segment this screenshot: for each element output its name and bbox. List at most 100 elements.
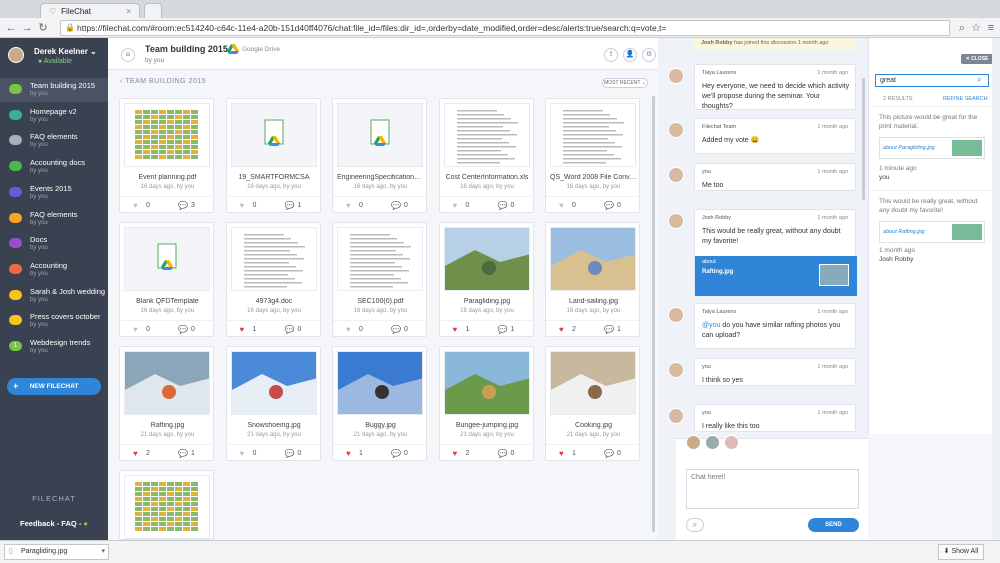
add-user-icon[interactable]: 👤 [623,48,637,62]
reload-icon[interactable]: ↻ [36,21,50,35]
file-card[interactable]: Rafting.jpg 21 days ago, by you ♥ 2 💬 1 [119,346,215,461]
sidebar-item[interactable]: Sarah & Josh wedding by you [0,284,108,308]
file-card[interactable]: Paragliding.jpg 16 days ago, by you ♥ 1 💬 1 [438,222,535,337]
heart-icon[interactable]: ♥ [453,325,458,334]
refine-search-link[interactable]: REFINE SEARCH [943,96,988,102]
comment-icon[interactable]: 💬 [178,449,188,458]
file-thumbnail[interactable] [337,351,423,415]
result-file-link[interactable]: about Rafting.jpg [883,229,925,235]
avatar[interactable] [668,307,684,323]
heart-icon[interactable]: ♥ [346,325,351,334]
comment-icon[interactable]: 💬 [391,201,401,210]
comment-icon[interactable]: 💬 [391,449,401,458]
sidebar-item[interactable]: Press covers october by you [0,309,108,333]
heart-icon[interactable]: ♥ [133,449,138,458]
browser-menu-icon[interactable]: ≡ [984,21,998,35]
avatar[interactable] [668,408,684,424]
gear-icon[interactable]: ⚙ [642,48,656,62]
file-card[interactable]: Event planning.pdf 16 days ago, by you ♥ 0 💬… [119,98,215,213]
avatar[interactable] [668,68,684,84]
file-card[interactable]: Cost CenterInformation.xls 16 days ago, b… [438,98,535,213]
search-icon[interactable]: ⌕ [977,75,981,85]
file-thumbnail[interactable] [124,227,210,291]
attachment-thumbnail[interactable] [819,264,849,286]
sidebar-item[interactable]: Events 2015 by you [0,181,108,205]
result-file-card[interactable]: about Paragliding.jpg [879,137,985,159]
file-thumbnail[interactable] [443,227,530,291]
show-all-button[interactable]: ⬇ Show All [938,544,984,560]
heart-icon[interactable]: ♥ [240,325,245,334]
file-card[interactable]: Buggy.jpg 21 days ago, by you ♥ 1 💬 0 [332,346,428,461]
mention[interactable]: @you [702,322,720,329]
comment-icon[interactable]: 💬 [285,325,295,334]
avatar[interactable] [705,435,720,450]
user-profile[interactable]: Derek Keelner ⌄ ● Available [0,38,108,76]
android-icon[interactable]: ● [83,519,88,528]
file-card[interactable]: 19_SMARTFORMCSA 16 days ago, by you ♥ 0 💬 1 [225,98,322,213]
chevron-down-icon[interactable]: ⌄ [90,47,97,56]
menu-icon[interactable]: ≡ [121,48,135,62]
file-card[interactable]: Snowshoeing.jpg 21 days ago, by you ♥ 0 💬 0 [225,346,322,461]
avatar[interactable] [668,122,684,138]
heart-icon[interactable]: ♥ [453,449,458,458]
file-thumbnail[interactable] [443,103,530,167]
chat-scrollbar[interactable] [862,78,865,200]
comment-icon[interactable]: 💬 [498,449,508,458]
file-thumbnail[interactable] [337,227,423,291]
file-thumbnail[interactable] [230,103,317,167]
heart-icon[interactable]: ♥ [559,449,564,458]
search-result[interactable]: This would be really great, without any … [869,190,993,274]
heart-icon[interactable]: ♥ [453,201,458,210]
sidebar-item[interactable]: Accounting docs by you [0,155,108,179]
file-thumbnail[interactable] [124,351,210,415]
sidebar-item[interactable]: Team building 2015 by you [0,78,108,102]
search-result[interactable]: This picture would be great for the prin… [869,106,993,190]
file-card[interactable]: Land-sailing.jpg 16 days ago, by you ♥ 2 💬 1 [545,222,641,337]
main-scrollbar[interactable] [652,96,655,532]
heart-icon[interactable]: ♥ [133,201,138,210]
url-bar[interactable]: 🔒 https://filechat.com/#room:ec514240-c6… [60,20,950,36]
file-card[interactable]: Cooking.jpg 21 days ago, by you ♥ 1 💬 0 [545,346,641,461]
heart-icon[interactable]: ♥ [346,201,351,210]
sidebar-item[interactable]: FAQ elements by you [0,207,108,231]
heart-icon[interactable]: ♥ [240,201,245,210]
feedback-faq-links[interactable]: Feedback - FAQ - ● [0,519,108,528]
attachment-card[interactable]: about Rafting.jpg [695,256,857,296]
file-card[interactable]: 4973g4.doc 16 days ago, by you ♥ 1 💬 0 [225,222,322,337]
back-icon[interactable]: ← [4,21,18,35]
comment-icon[interactable]: 💬 [178,201,188,210]
close-tab-icon[interactable]: × [126,7,131,16]
file-thumbnail[interactable] [337,103,423,167]
file-card[interactable]: QS_Word 2008 File Convert... 16 days ago,… [545,98,641,213]
result-file-card[interactable]: about Rafting.jpg [879,221,985,243]
chat-input[interactable] [686,469,859,509]
breadcrumb[interactable]: ‹ TEAM BUILDING 2015 [120,78,206,85]
comment-icon[interactable]: 💬 [604,325,614,334]
chevron-down-icon[interactable]: ▾ [101,545,105,559]
avatar[interactable] [668,362,684,378]
comment-icon[interactable]: 💬 [604,201,614,210]
heart-icon[interactable]: ♥ [559,325,564,334]
heart-icon[interactable]: ♥ [133,325,138,334]
comment-icon[interactable]: 💬 [498,325,508,334]
file-thumbnail[interactable] [550,103,636,167]
search-icon[interactable]: ⌕ [686,518,704,532]
send-button[interactable]: SEND [808,518,859,532]
avatar[interactable] [668,213,684,229]
file-thumbnail[interactable] [230,351,317,415]
sidebar-item[interactable]: Homepage v2 by you [0,104,108,128]
sidebar-item[interactable]: Accounting by you [0,258,108,282]
comment-icon[interactable]: 💬 [391,325,401,334]
forward-icon[interactable]: → [20,21,34,35]
file-thumbnail[interactable] [230,227,317,291]
file-thumbnail[interactable] [124,103,210,167]
search-input[interactable] [875,74,989,87]
close-search-button[interactable]: ✕ CLOSE [961,54,993,64]
browser-tab[interactable]: ♡ FileChat × [40,3,140,18]
upload-icon[interactable]: ⇪ [604,48,618,62]
sidebar-item[interactable]: FAQ elements by you [0,129,108,153]
new-filechat-button[interactable]: + NEW FILECHAT [7,378,101,395]
file-thumbnail[interactable] [550,351,636,415]
sidebar-item[interactable]: 1 Webdesign trends by you [0,335,108,359]
file-card[interactable] [119,470,214,540]
